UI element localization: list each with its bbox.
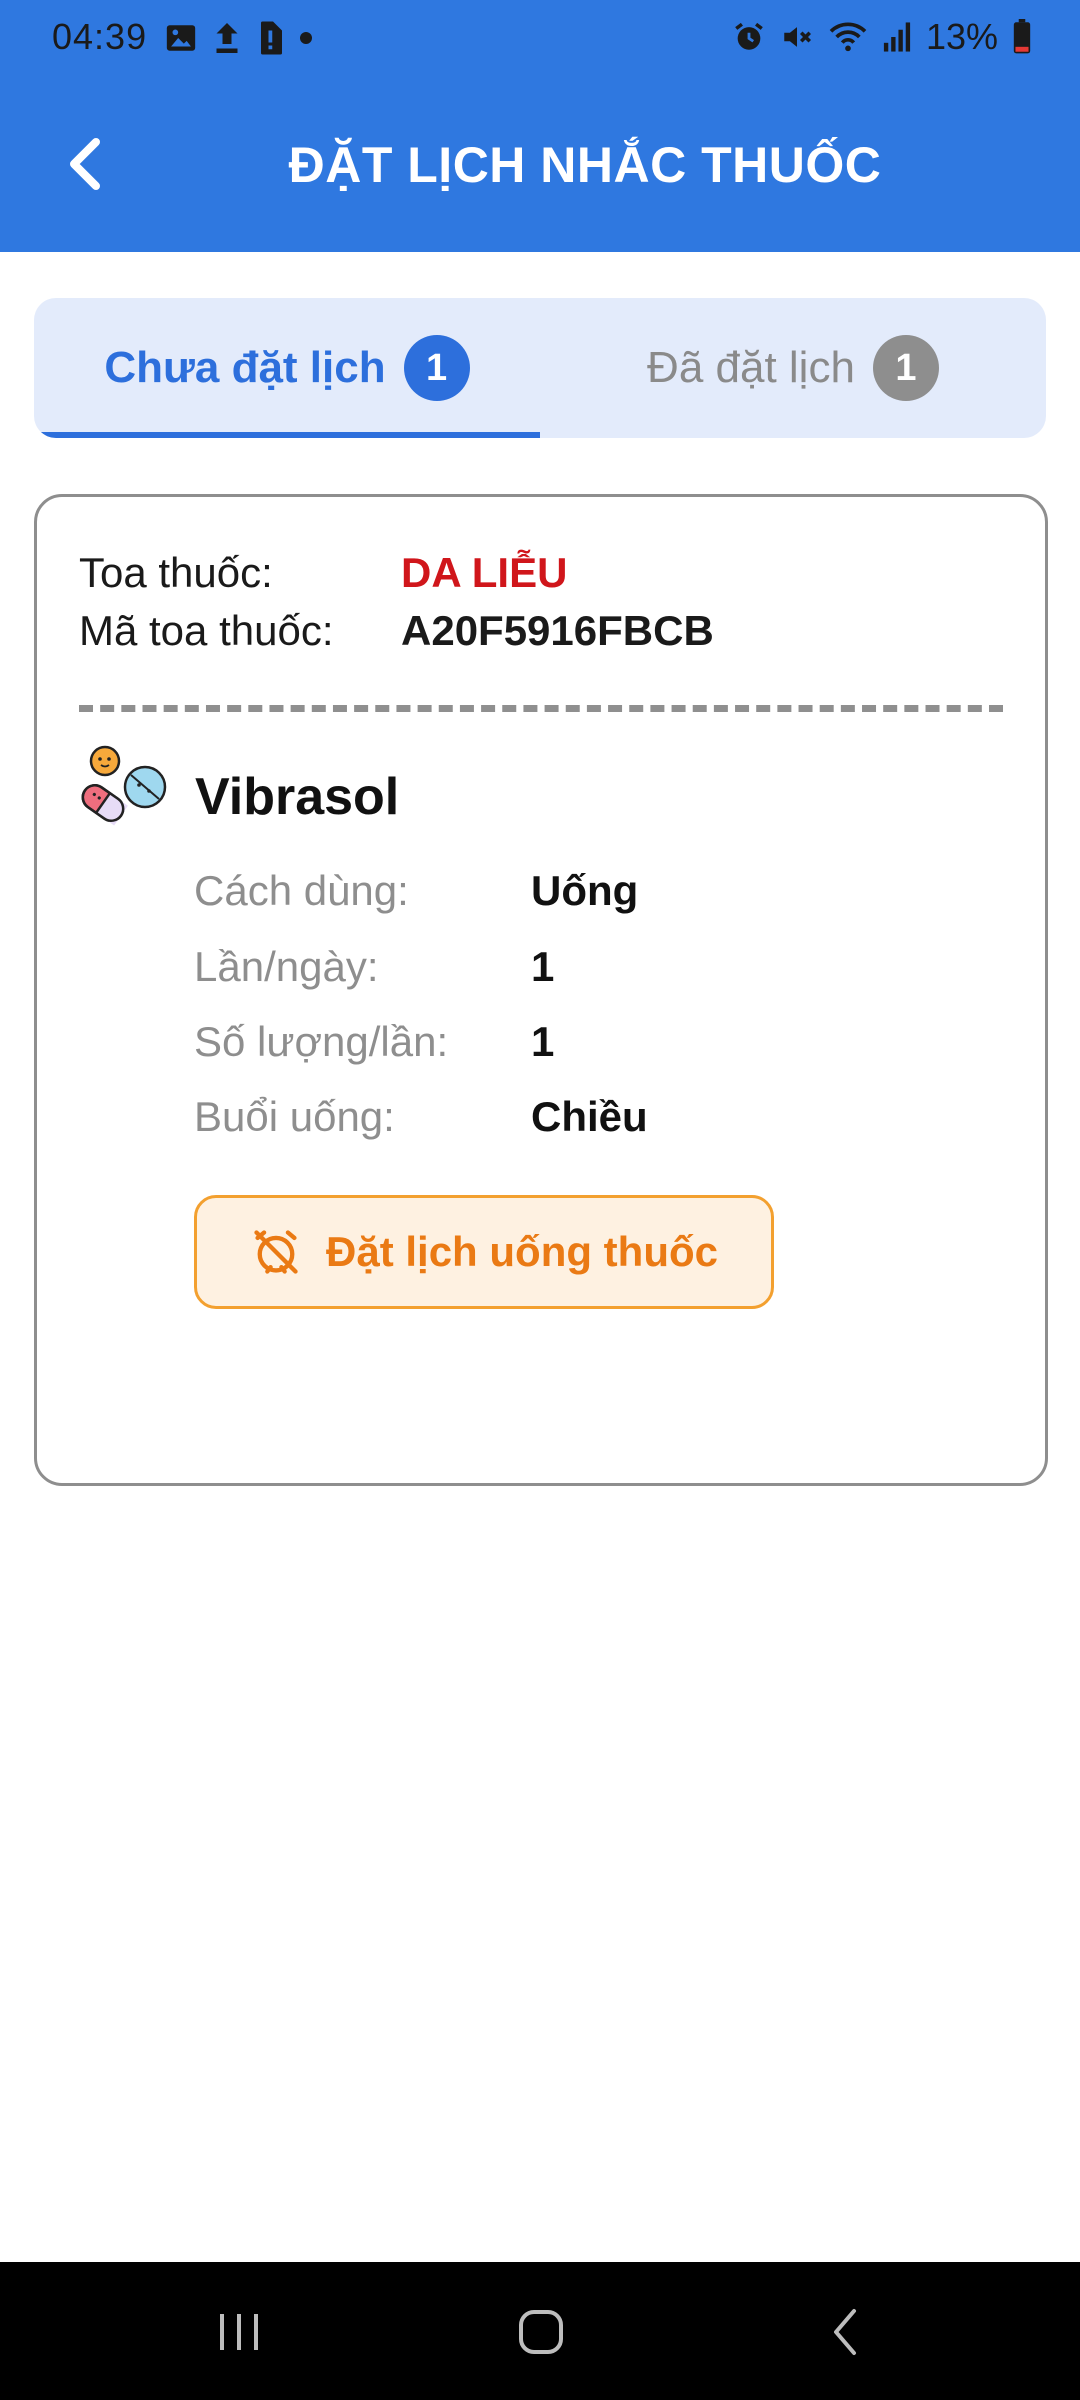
recents-icon: [220, 2314, 258, 2350]
tab-scheduled-label: Đã đặt lịch: [647, 343, 855, 392]
time-of-day-label: Buổi uống:: [194, 1093, 395, 1140]
status-bar: 04:39 13%: [0, 0, 1080, 76]
status-time: 04:39: [52, 16, 148, 57]
schedule-medication-label: Đặt lịch uống thuốc: [326, 1228, 718, 1275]
image-icon: [164, 21, 198, 55]
wifi-icon: [828, 20, 868, 54]
back-icon: [834, 2309, 856, 2355]
prescription-card: Toa thuốc: DA LIỄU Mã toa thuốc: A20F591…: [34, 494, 1048, 1486]
times-per-day-value: 1: [531, 943, 555, 990]
tab-scheduled-count-badge: 1: [872, 335, 939, 401]
tab-unscheduled[interactable]: Chưa đặt lịch 1: [34, 298, 540, 438]
dot-icon: [298, 30, 314, 46]
recents-button[interactable]: [194, 2290, 284, 2374]
usage-label: Cách dùng:: [194, 867, 409, 914]
battery-icon: [1012, 19, 1032, 55]
status-right-icons: 13%: [732, 16, 1032, 58]
upload-icon: [212, 20, 242, 56]
dose-quantity-value: 1: [531, 1018, 555, 1065]
prescription-code-label: Mã toa thuốc:: [79, 607, 334, 654]
time-of-day-value: Chiều: [531, 1093, 648, 1140]
schedule-medication-button[interactable]: Đặt lịch uống thuốc: [194, 1195, 774, 1309]
prescription-type-label: Toa thuốc:: [79, 549, 273, 596]
times-per-day-label: Lần/ngày:: [194, 943, 379, 990]
usage-value: Uống: [531, 867, 639, 914]
tab-bar: Chưa đặt lịch 1 Đã đặt lịch 1: [34, 298, 1046, 438]
signal-icon: [882, 21, 912, 53]
sim-icon: [256, 20, 284, 56]
mute-icon: [780, 20, 814, 54]
tab-unscheduled-count-badge: 1: [403, 335, 470, 401]
page-title: ĐẶT LỊCH NHẮC THUỐC: [288, 137, 882, 193]
battery-percent: 13%: [925, 16, 998, 57]
header-bar: 04:39 13% ĐẶT LỊCH NHẮC THUỐC: [0, 0, 1080, 252]
prescription-code-value: A20F5916FBCB: [401, 607, 714, 654]
dashed-divider: [79, 705, 1003, 712]
active-tab-indicator: [34, 432, 540, 438]
tab-unscheduled-label: Chưa đặt lịch: [104, 343, 386, 392]
medicine-name: Vibrasol: [195, 768, 400, 826]
pills-icon: [75, 743, 171, 839]
system-back-button[interactable]: [800, 2290, 890, 2374]
home-button[interactable]: [496, 2290, 586, 2374]
tab-scheduled[interactable]: Đã đặt lịch 1: [540, 298, 1046, 438]
status-left-icons: [164, 20, 314, 56]
alarm-icon: [732, 20, 766, 54]
system-navigation-bar: [0, 2262, 1080, 2400]
prescription-type-value: DA LIỄU: [401, 549, 568, 596]
home-icon: [519, 2310, 563, 2354]
alarm-off-icon: [254, 1230, 298, 1274]
dose-quantity-label: Số lượng/lần:: [194, 1018, 449, 1065]
